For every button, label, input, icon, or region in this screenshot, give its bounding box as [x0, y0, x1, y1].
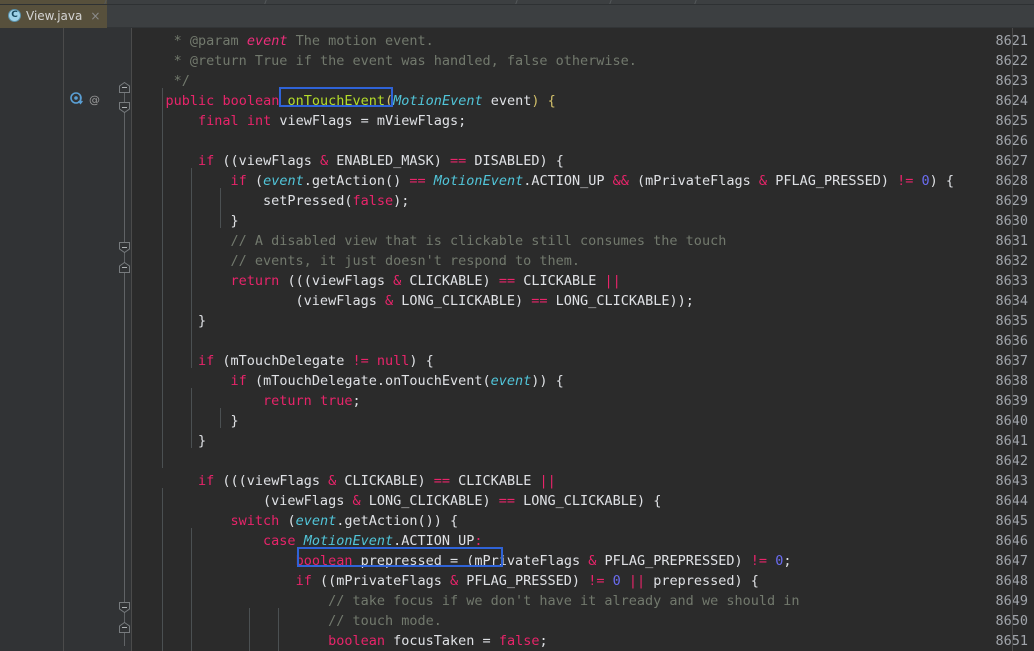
tab-view-java[interactable]: C View.java × [0, 5, 108, 28]
indent-guide [162, 88, 163, 468]
code-text-layer[interactable]: * @param event The motion event. * @retu… [133, 28, 1034, 651]
indent-guide [249, 608, 250, 651]
annotation-gutter[interactable] [64, 28, 118, 651]
line-number-gutter[interactable] [0, 28, 64, 651]
annotation-at-icon[interactable]: @ [88, 91, 101, 110]
code-line[interactable]: boolean prepressed = (mPrivateFlags & PF… [133, 551, 792, 571]
indent-guide [191, 528, 192, 651]
indent-guide [162, 488, 163, 651]
editor-window: C View.java × 86218622862386248625862686… [0, 0, 1034, 651]
fold-region-line [124, 90, 125, 646]
indent-guide [220, 408, 221, 428]
code-line[interactable]: if ((mPrivateFlags & PFLAG_PRESSED) != 0… [133, 571, 759, 591]
code-line[interactable]: (viewFlags & LONG_CLICKABLE) == LONG_CLI… [133, 491, 661, 511]
code-line[interactable]: * @return True if the event was handled,… [133, 51, 637, 71]
code-line[interactable]: // events, it just doesn't respond to th… [133, 251, 581, 271]
fold-end-icon[interactable] [119, 242, 130, 253]
code-line[interactable]: setPressed(false); [133, 191, 409, 211]
code-line[interactable]: } [133, 311, 206, 331]
indent-guide [191, 388, 192, 448]
code-line[interactable]: } [133, 211, 239, 231]
code-editor[interactable]: 8621862286238624862586268627862886298630… [0, 28, 1034, 651]
code-line[interactable]: // touch mode. [133, 611, 442, 631]
code-line[interactable]: return (((viewFlags & CLICKABLE) == CLIC… [133, 271, 621, 291]
fold-markers[interactable] [118, 28, 132, 651]
code-line[interactable]: switch (event.getAction()) { [133, 511, 459, 531]
fold-start-icon[interactable] [119, 622, 130, 633]
code-line[interactable]: // take focus if we don't have it alread… [133, 591, 799, 611]
java-class-icon: C [8, 9, 21, 22]
indent-guide [278, 608, 279, 651]
fold-end-icon[interactable] [119, 102, 130, 113]
code-line[interactable]: } [133, 411, 239, 431]
indent-guide [191, 168, 192, 368]
code-line[interactable]: if (event.getAction() == MotionEvent.ACT… [133, 171, 955, 191]
svg-text:@: @ [89, 94, 100, 107]
code-line[interactable]: if ((viewFlags & ENABLED_MASK) == DISABL… [133, 151, 564, 171]
fold-start-icon[interactable] [119, 82, 130, 93]
code-line[interactable]: } [133, 431, 206, 451]
tab-label: View.java [26, 8, 83, 23]
code-line[interactable]: case MotionEvent.ACTION_UP: [133, 531, 482, 551]
code-line[interactable]: (viewFlags & LONG_CLICKABLE) == LONG_CLI… [133, 291, 694, 311]
fold-start-icon[interactable] [119, 262, 130, 273]
close-icon[interactable]: × [90, 10, 100, 22]
fold-end-icon[interactable] [119, 602, 130, 613]
indent-guide [220, 188, 221, 228]
overriding-method-icon[interactable] [70, 91, 84, 110]
code-line[interactable]: final int viewFlags = mViewFlags; [133, 111, 466, 131]
code-line[interactable]: if (mTouchDelegate.onTouchEvent(event)) … [133, 371, 564, 391]
right-margin-guide [1012, 28, 1013, 651]
code-line[interactable]: if (mTouchDelegate != null) { [133, 351, 434, 371]
code-line[interactable]: boolean focusTaken = false; [133, 631, 548, 651]
code-line[interactable]: public boolean onTouchEvent(MotionEvent … [133, 91, 556, 111]
code-line[interactable]: if (((viewFlags & CLICKABLE) == CLICKABL… [133, 471, 556, 491]
code-line[interactable]: // A disabled view that is clickable sti… [133, 231, 727, 251]
editor-tab-bar: C View.java × [0, 5, 1034, 28]
code-line[interactable]: * @param event The motion event. [133, 31, 434, 51]
code-line[interactable]: return true; [133, 391, 361, 411]
